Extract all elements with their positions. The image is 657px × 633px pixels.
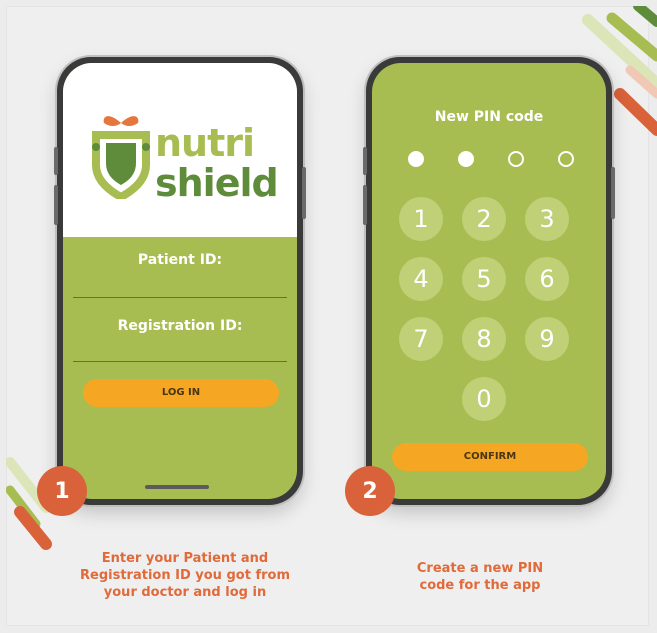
caption-line: Create a new PIN [416,561,544,576]
keypad-key-1[interactable]: 1 [399,197,443,241]
pin-dot-empty [508,151,524,167]
phone-login: nutri shield Patient ID: Registration ID… [54,57,306,505]
keypad-key-9[interactable]: 9 [525,317,569,361]
logo-text-nutri: nutri [155,121,255,165]
step-1-caption: Enter your Patient and Registration ID y… [50,550,320,601]
patient-id-label: Patient ID: [137,252,223,268]
caption-line: your doctor and log in [103,585,267,600]
keypad-key-8[interactable]: 8 [462,317,506,361]
phone-side-button [363,147,367,175]
phone-side-button [302,167,306,219]
pin-dot-empty [558,151,574,167]
phone-side-button [611,167,615,219]
caption-line: Registration ID you got from [80,568,290,583]
keypad-key-7[interactable]: 7 [399,317,443,361]
caption-line: code for the app [419,578,541,593]
caption-line: Enter your Patient and [101,551,269,566]
phone-side-button [54,185,58,225]
pin-dot-filled [408,151,424,167]
keypad-key-5[interactable]: 5 [462,257,506,301]
registration-id-field[interactable] [73,361,287,362]
keypad-key-4[interactable]: 4 [399,257,443,301]
pin-dot-filled [458,151,474,167]
phone-pin: New PIN code 1 2 3 4 5 6 7 8 9 0 CONFIRM [363,57,615,505]
step-2-badge: 2 [345,466,395,516]
step-1-badge: 1 [37,466,87,516]
keypad-key-6[interactable]: 6 [525,257,569,301]
logo-area: nutri shield [63,63,297,237]
phone-side-button [54,147,58,175]
patient-id-field[interactable] [73,297,287,298]
keypad-key-3[interactable]: 3 [525,197,569,241]
pin-title: New PIN code [434,109,544,125]
shield-leaf-logo-icon [92,116,150,199]
login-screen: nutri shield Patient ID: Registration ID… [63,63,297,499]
step-2-caption: Create a new PIN code for the app [380,560,580,594]
keypad-key-0[interactable]: 0 [462,377,506,421]
home-indicator [145,485,209,489]
confirm-button[interactable]: CONFIRM [392,443,588,471]
pin-screen: New PIN code 1 2 3 4 5 6 7 8 9 0 CONFIRM [372,63,606,499]
log-in-button[interactable]: LOG IN [83,379,279,407]
registration-id-label: Registration ID: [117,318,243,334]
phone-side-button [363,185,367,225]
keypad-key-2[interactable]: 2 [462,197,506,241]
logo-text-shield: shield [155,161,279,205]
